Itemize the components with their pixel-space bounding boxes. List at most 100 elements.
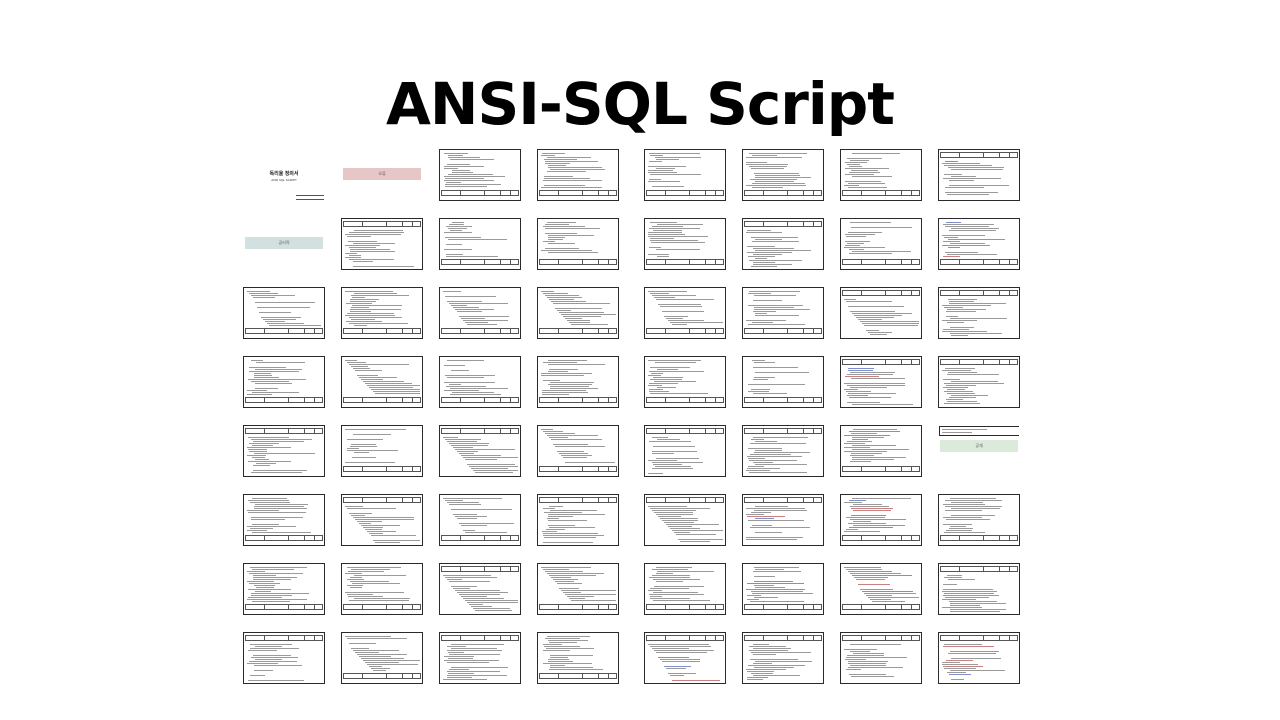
slide-thumbnail[interactable] bbox=[439, 149, 521, 201]
slide-thumbnail[interactable] bbox=[840, 425, 922, 477]
text-line bbox=[854, 577, 888, 578]
slide-thumbnail[interactable] bbox=[742, 494, 824, 546]
text-line bbox=[452, 172, 473, 173]
text-line bbox=[746, 320, 786, 321]
text-line bbox=[347, 362, 366, 363]
slide-thumbnail[interactable] bbox=[938, 149, 1020, 201]
slide-thumbnail[interactable] bbox=[938, 632, 1020, 684]
slide-thumbnail[interactable] bbox=[341, 632, 423, 684]
slide-thumbnail[interactable] bbox=[742, 632, 824, 684]
slide-thumbnail[interactable] bbox=[537, 563, 619, 615]
slide-thumbnail[interactable] bbox=[644, 149, 726, 201]
slide-thumbnail[interactable] bbox=[439, 563, 521, 615]
slide-thumbnail[interactable] bbox=[243, 287, 325, 339]
slide-thumbnail[interactable]: 독리율 정의서 ANSI SQL SCRIPT bbox=[243, 149, 325, 201]
slide-thumbnail[interactable] bbox=[742, 218, 824, 270]
table-header-bar bbox=[245, 428, 323, 434]
text-line bbox=[251, 381, 289, 382]
slide-thumbnail[interactable] bbox=[243, 563, 325, 615]
slide-thumbnail[interactable] bbox=[840, 494, 922, 546]
text-line bbox=[750, 659, 798, 660]
slide-thumbnail[interactable] bbox=[439, 494, 521, 546]
text-line bbox=[350, 311, 371, 312]
slide-thumbnail[interactable] bbox=[840, 287, 922, 339]
table-header-bar bbox=[646, 604, 724, 610]
text-line bbox=[449, 654, 500, 655]
slide-thumbnail[interactable] bbox=[742, 287, 824, 339]
table-header-bar bbox=[646, 635, 724, 641]
text-line bbox=[653, 592, 698, 593]
text-line bbox=[555, 308, 602, 309]
text-line bbox=[446, 182, 461, 183]
text-line bbox=[654, 650, 714, 651]
slide-thumbnail[interactable] bbox=[537, 287, 619, 339]
slide-thumbnail[interactable] bbox=[537, 425, 619, 477]
slide-thumbnail[interactable] bbox=[840, 563, 922, 615]
slide-thumbnail[interactable] bbox=[537, 149, 619, 201]
slide-thumbnail[interactable] bbox=[341, 563, 423, 615]
text-line bbox=[247, 390, 267, 391]
slide-thumbnail[interactable] bbox=[243, 425, 325, 477]
slide-thumbnail[interactable] bbox=[243, 494, 325, 546]
slide-thumbnail[interactable] bbox=[840, 632, 922, 684]
slide-thumbnail[interactable] bbox=[742, 563, 824, 615]
slide-thumbnail[interactable]: 공리적 bbox=[243, 218, 325, 270]
slide-thumbnail[interactable] bbox=[243, 356, 325, 408]
text-line bbox=[752, 241, 799, 242]
table-header-bar bbox=[343, 497, 421, 503]
slide-thumbnail[interactable] bbox=[341, 287, 423, 339]
slide-thumbnail[interactable] bbox=[938, 287, 1020, 339]
text-line bbox=[945, 226, 989, 227]
slide-thumbnail[interactable] bbox=[742, 425, 824, 477]
text-line bbox=[942, 163, 980, 164]
text-line bbox=[846, 529, 858, 530]
text-line bbox=[947, 309, 986, 310]
text-line bbox=[545, 571, 583, 572]
slide-thumbnail[interactable] bbox=[938, 356, 1020, 408]
text-line bbox=[351, 319, 375, 320]
slide-thumbnail[interactable] bbox=[742, 149, 824, 201]
slide-thumbnail[interactable] bbox=[644, 494, 726, 546]
slide-thumbnail[interactable] bbox=[742, 356, 824, 408]
slide-thumbnail[interactable]: 공개 bbox=[938, 425, 1020, 477]
slide-thumbnail[interactable] bbox=[840, 149, 922, 201]
slide-thumbnail[interactable] bbox=[840, 356, 922, 408]
slide-thumbnail[interactable] bbox=[938, 563, 1020, 615]
slide-thumbnail[interactable] bbox=[644, 356, 726, 408]
slide-thumbnail[interactable] bbox=[537, 494, 619, 546]
slide-thumbnail[interactable] bbox=[439, 425, 521, 477]
text-line bbox=[550, 382, 594, 383]
text-line bbox=[541, 187, 602, 188]
slide-thumbnail[interactable] bbox=[644, 218, 726, 270]
text-line bbox=[946, 530, 972, 531]
slide-thumbnail[interactable] bbox=[341, 494, 423, 546]
text-line bbox=[848, 370, 873, 371]
text-line bbox=[846, 517, 885, 518]
slide-thumbnail[interactable] bbox=[537, 218, 619, 270]
slide-thumbnail[interactable]: 오류 bbox=[341, 149, 423, 201]
slide-thumbnail[interactable] bbox=[644, 563, 726, 615]
text-line bbox=[650, 293, 669, 294]
slide-thumbnail[interactable] bbox=[439, 356, 521, 408]
text-line bbox=[652, 468, 693, 469]
text-line bbox=[753, 311, 776, 312]
slide-thumbnail[interactable] bbox=[644, 632, 726, 684]
slide-thumbnail[interactable] bbox=[243, 632, 325, 684]
slide-thumbnail[interactable] bbox=[938, 218, 1020, 270]
slide-thumbnail[interactable] bbox=[537, 632, 619, 684]
text-line bbox=[367, 664, 418, 665]
slide-thumbnail[interactable] bbox=[341, 218, 423, 270]
slide-thumbnail[interactable] bbox=[840, 218, 922, 270]
text-line bbox=[559, 453, 588, 454]
slide-thumbnail[interactable] bbox=[439, 632, 521, 684]
slide-thumbnail[interactable] bbox=[439, 218, 521, 270]
slide-thumbnail[interactable] bbox=[341, 356, 423, 408]
text-line bbox=[359, 656, 391, 657]
slide-thumbnail[interactable] bbox=[644, 425, 726, 477]
slide-thumbnail[interactable] bbox=[439, 287, 521, 339]
slide-thumbnail[interactable] bbox=[938, 494, 1020, 546]
slide-thumbnail[interactable] bbox=[341, 425, 423, 477]
slide-thumbnail[interactable] bbox=[644, 287, 726, 339]
text-line bbox=[543, 431, 563, 432]
slide-thumbnail[interactable] bbox=[537, 356, 619, 408]
